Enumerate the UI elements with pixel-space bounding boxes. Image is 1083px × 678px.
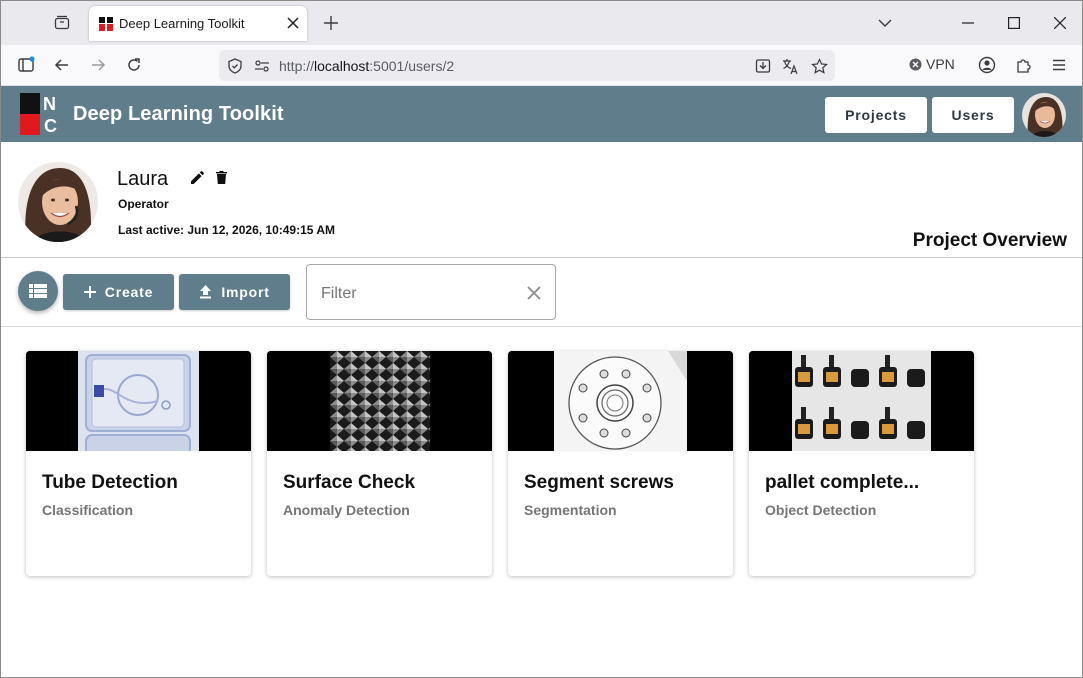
project-title: Segment screws	[524, 472, 674, 493]
url-text[interactable]: http://localhost:5001/users/2	[279, 58, 454, 74]
account-icon[interactable]	[976, 54, 998, 76]
browser-tab[interactable]: Deep Learning Toolkit	[89, 6, 307, 41]
sidebar-icon[interactable]	[15, 54, 37, 76]
plus-icon	[83, 286, 96, 298]
pencil-icon[interactable]	[188, 168, 206, 186]
maximize-icon[interactable]	[1004, 13, 1024, 33]
user-avatar[interactable]	[1022, 93, 1066, 137]
minimize-icon[interactable]	[958, 13, 978, 33]
forward-icon[interactable]	[87, 54, 109, 76]
download-icon[interactable]	[752, 55, 774, 77]
shield-icon[interactable]	[224, 55, 246, 77]
list-view-icon	[29, 284, 47, 298]
close-icon[interactable]	[285, 15, 301, 31]
star-icon[interactable]	[808, 55, 830, 77]
project-card[interactable]: pallet complete... Object Detection	[749, 351, 974, 576]
divider	[1, 257, 1082, 258]
project-title: Tube Detection	[42, 472, 178, 493]
app-favicon-icon	[99, 17, 113, 31]
app-logo[interactable]: N C	[20, 93, 60, 135]
close-window-icon[interactable]	[1050, 13, 1070, 33]
project-thumbnail	[508, 351, 733, 451]
tab-overview-icon[interactable]	[49, 11, 75, 35]
projects-button[interactable]: Projects	[825, 97, 927, 133]
project-type: Anomaly Detection	[283, 502, 410, 518]
app-header: N C Deep Learning Toolkit Projects Users	[1, 86, 1082, 142]
chevron-down-icon[interactable]	[875, 13, 895, 33]
logo-letter-bottom: C	[44, 116, 57, 135]
import-button[interactable]: Import	[179, 274, 290, 310]
project-card[interactable]: Segment screws Segmentation	[508, 351, 733, 576]
project-type: Classification	[42, 502, 134, 518]
project-title: pallet complete...	[765, 472, 920, 493]
project-card[interactable]: Surface Check Anomaly Detection	[267, 351, 492, 576]
logo-letter-top: N	[43, 94, 56, 114]
profile-name: Laura	[117, 168, 169, 190]
menu-icon[interactable]	[1048, 54, 1070, 76]
project-card[interactable]: Tube Detection Classification	[26, 351, 251, 576]
vpn-status-icon	[909, 58, 922, 70]
project-type: Object Detection	[765, 502, 877, 518]
back-icon[interactable]	[51, 54, 73, 76]
browser-window: Deep Learning Toolkit http://localhost:5…	[0, 0, 1083, 678]
vpn-indicator[interactable]: VPN	[909, 56, 955, 72]
permissions-icon[interactable]	[251, 55, 273, 77]
plus-icon[interactable]	[321, 13, 341, 33]
project-title: Surface Check	[283, 472, 416, 493]
navigation-bar: http://localhost:5001/users/2 VPN	[1, 45, 1082, 86]
translate-icon[interactable]	[779, 55, 801, 77]
divider	[1, 326, 1082, 327]
tab-strip: Deep Learning Toolkit	[1, 1, 1082, 45]
create-button[interactable]: Create	[63, 274, 174, 310]
clear-icon[interactable]	[523, 282, 545, 304]
profile-role: Operator	[118, 197, 169, 211]
list-view-button[interactable]	[18, 271, 58, 311]
upload-icon	[200, 285, 212, 299]
vpn-label: VPN	[926, 56, 955, 72]
extensions-icon[interactable]	[1012, 54, 1034, 76]
tab-title: Deep Learning Toolkit	[119, 16, 245, 31]
profile-avatar	[18, 162, 98, 242]
create-label: Create	[104, 284, 154, 300]
project-type: Segmentation	[524, 502, 617, 518]
section-title: Project Overview	[912, 230, 1067, 251]
reload-icon[interactable]	[123, 54, 145, 76]
filter-field[interactable]	[306, 264, 556, 320]
address-bar[interactable]: http://localhost:5001/users/2	[219, 50, 835, 81]
app-title[interactable]: Deep Learning Toolkit	[73, 103, 284, 126]
users-button[interactable]: Users	[932, 97, 1014, 133]
project-thumbnail	[749, 351, 974, 451]
import-label: Import	[221, 284, 270, 300]
trash-icon[interactable]	[212, 168, 230, 186]
last-active-timestamp: Last active: Jun 12, 2026, 10:49:15 AM	[118, 223, 335, 237]
filter-input[interactable]	[321, 283, 511, 305]
project-thumbnail	[267, 351, 492, 451]
project-thumbnail	[26, 351, 251, 451]
